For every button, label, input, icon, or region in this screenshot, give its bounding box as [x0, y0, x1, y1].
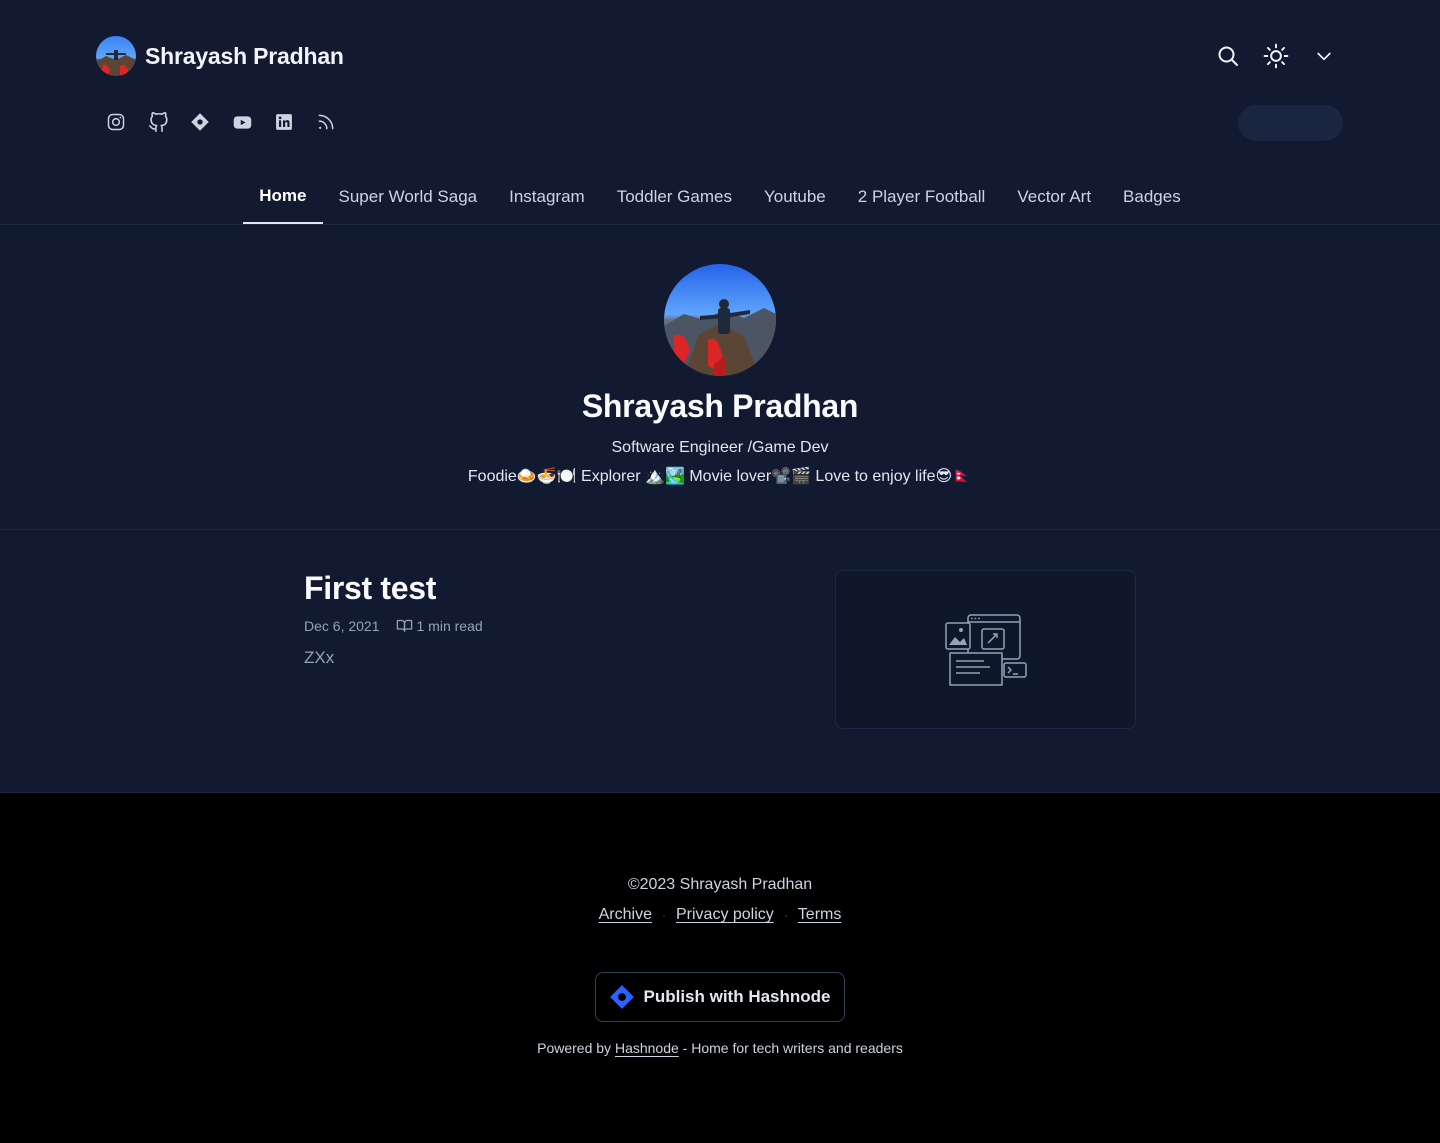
search-icon [1218, 46, 1238, 66]
author-profile: Shrayash Pradhan Software Engineer /Game… [0, 225, 1440, 530]
nav-item-super-world-saga[interactable]: Super World Saga [323, 170, 494, 224]
publish-with-hashnode-button[interactable]: Publish with Hashnode [595, 972, 845, 1022]
theme-toggle-button[interactable] [1256, 36, 1296, 76]
profile-bio: Foodie🍛🍜🍽️ Explorer 🏔️🏞️ Movie lover📽️🎬 … [467, 468, 973, 485]
nav-item-instagram[interactable]: Instagram [493, 170, 601, 224]
post-cover-image[interactable] [835, 570, 1136, 729]
linkedin-icon [276, 114, 292, 130]
archive-link[interactable]: Archive [599, 906, 652, 924]
github-link[interactable] [138, 102, 178, 142]
nav-item-vector-art[interactable]: Vector Art [1001, 170, 1107, 224]
nav-item-2-player-football[interactable]: 2 Player Football [842, 170, 1002, 224]
hashnode-icon [191, 113, 209, 131]
posts-list: First test Dec 6, 2021 1 min read ZXx [0, 530, 1440, 793]
profile-avatar [664, 264, 776, 376]
placeholder-illustration-icon [944, 613, 1027, 686]
sun-icon [1263, 43, 1289, 69]
profile-role: Software Engineer /Game Dev [611, 439, 829, 456]
brand[interactable]: Shrayash Pradhan [96, 36, 344, 76]
publish-label: Publish with Hashnode [643, 987, 831, 1006]
powered-by-text: Powered by Hashnode - Home for tech writ… [537, 1040, 903, 1056]
nav-item-youtube[interactable]: Youtube [748, 170, 842, 224]
post-date[interactable]: Dec 6, 2021 [304, 618, 380, 634]
youtube-icon [233, 115, 251, 129]
blog-name[interactable]: Shrayash Pradhan [145, 43, 344, 70]
search-button[interactable] [1208, 36, 1248, 76]
rss-icon [318, 114, 334, 130]
instagram-link[interactable] [96, 102, 136, 142]
github-icon [148, 111, 168, 132]
menu-dropdown-button[interactable] [1304, 36, 1344, 76]
hashnode-link[interactable]: Hashnode [615, 1040, 679, 1056]
copyright-text: ©2023 Shrayash Pradhan [627, 876, 813, 893]
instagram-icon [107, 113, 125, 131]
post-read-time: 1 min read [396, 617, 483, 634]
brand-avatar[interactable] [96, 36, 136, 76]
blog-footer: ©2023 Shrayash Pradhan Archive · Privacy… [0, 793, 1440, 1143]
social-links [96, 102, 346, 142]
read-time-label: 1 min read [416, 617, 483, 634]
footer-links: Archive · Privacy policy · Terms [599, 906, 842, 924]
book-open-icon [396, 619, 412, 632]
powered-prefix: Powered by [537, 1040, 612, 1056]
separator-dot: · [661, 908, 666, 922]
linkedin-link[interactable] [264, 102, 304, 142]
blog-header: Shrayash Pradhan Home Super World Saga I… [0, 0, 1440, 225]
nav-item-home[interactable]: Home [243, 170, 323, 224]
nav-item-badges[interactable]: Badges [1107, 170, 1197, 224]
privacy-policy-link[interactable]: Privacy policy [676, 906, 774, 924]
header-actions [1208, 36, 1344, 76]
hashnode-logo-icon [610, 985, 635, 1009]
rss-link[interactable] [306, 102, 346, 142]
follow-button-placeholder[interactable] [1238, 105, 1343, 141]
chevron-down-icon [1317, 52, 1331, 61]
separator-dot: · [783, 908, 788, 922]
terms-link[interactable]: Terms [798, 906, 842, 924]
blog-navigation: Home Super World Saga Instagram Toddler … [0, 170, 1440, 225]
post-card[interactable]: First test Dec 6, 2021 1 min read ZXx [304, 570, 1136, 730]
hashnode-link[interactable] [180, 102, 220, 142]
nav-item-toddler-games[interactable]: Toddler Games [601, 170, 748, 224]
youtube-link[interactable] [222, 102, 262, 142]
profile-name: Shrayash Pradhan [581, 388, 859, 424]
powered-suffix: - Home for tech writers and readers [682, 1040, 903, 1056]
